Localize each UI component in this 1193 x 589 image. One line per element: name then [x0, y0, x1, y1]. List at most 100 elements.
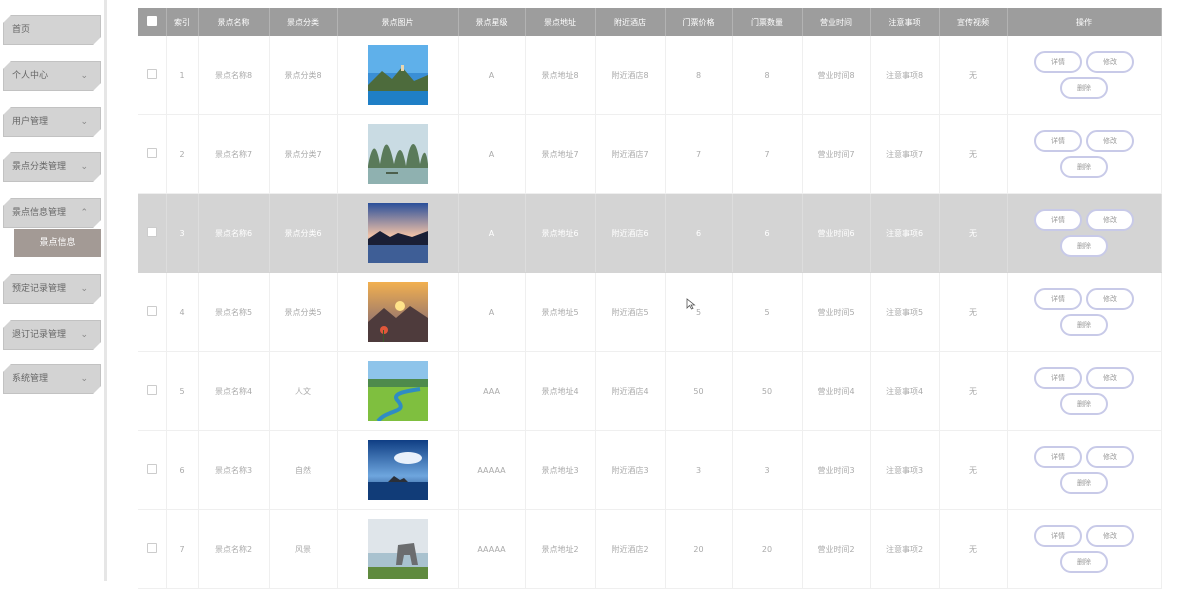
action-buttons: 详情 修改删除	[1028, 128, 1140, 180]
delete-button[interactable]: 删除	[1060, 314, 1108, 336]
delete-button[interactable]: 删除	[1060, 156, 1108, 178]
index-cell: 4	[166, 272, 199, 352]
price-cell: 8	[665, 36, 733, 115]
delete-button[interactable]: 删除	[1060, 472, 1108, 494]
quantity-cell: 7	[732, 114, 803, 194]
hours-cell: 营业时间8	[802, 36, 871, 115]
address-cell: 景点地址3	[525, 430, 596, 510]
row-checkbox[interactable]	[146, 227, 157, 237]
menu-system-management[interactable]: 系统管理 ⌄	[3, 364, 101, 394]
coastal-arch-photo	[368, 519, 428, 579]
notes-cell: 注意事项8	[870, 36, 940, 115]
edit-button[interactable]: 修改	[1086, 288, 1134, 310]
action-buttons: 详情 修改删除	[1028, 523, 1140, 575]
table-row[interactable]: 5 景点名称4 人文 AAA 景点地址4 附近酒店4 50 50 营业时间4 注意事项4 无详情 修改…	[138, 351, 1162, 431]
table-row[interactable]: 6 景点名称3 自然 AAAAA 景点地址3 附近酒店3 3 3 营业时间3 注意事项3 无详情 修改…	[138, 430, 1162, 510]
row-checkbox[interactable]	[146, 69, 157, 79]
row-select-cell[interactable]	[138, 430, 167, 510]
edit-button[interactable]: 修改	[1086, 51, 1134, 73]
select-all-checkbox[interactable]	[146, 16, 157, 26]
row-select-cell[interactable]	[138, 114, 167, 194]
row-checkbox[interactable]	[146, 385, 157, 395]
menu-label: 退订记录管理	[12, 330, 67, 340]
column-header: 景点星级	[458, 8, 526, 36]
delete-button[interactable]: 删除	[1060, 235, 1108, 257]
table-row[interactable]: 2 景点名称7 景点分类7 A 景点地址7 附近酒店7 7 7 营业时间7 注意事项7 无详情 修改删…	[138, 114, 1162, 194]
row-select-cell[interactable]	[138, 193, 167, 273]
karst-mountains-photo	[368, 124, 428, 184]
stars-cell: A	[458, 193, 526, 273]
delete-button[interactable]: 删除	[1060, 77, 1108, 99]
actions-cell: 详情 修改删除	[1007, 36, 1162, 115]
detail-button[interactable]: 详情	[1034, 51, 1082, 73]
row-checkbox[interactable]	[146, 148, 157, 158]
column-header: 操作	[1007, 8, 1162, 36]
actions-cell: 详情 修改删除	[1007, 193, 1162, 273]
hours-cell: 营业时间7	[802, 114, 871, 194]
detail-button[interactable]: 详情	[1034, 367, 1082, 389]
delete-button[interactable]: 删除	[1060, 393, 1108, 415]
table-row[interactable]: 1 景点名称8 景点分类8 A 景点地址8 附近酒店8 8 8 营业时间8 注意事项8 无详情 修改删…	[138, 36, 1162, 115]
video-cell: 无	[939, 193, 1008, 273]
detail-button[interactable]: 详情	[1034, 288, 1082, 310]
detail-button[interactable]: 详情	[1034, 446, 1082, 468]
edit-button[interactable]: 修改	[1086, 446, 1134, 468]
name-cell: 景点名称7	[198, 114, 270, 194]
row-select-cell[interactable]	[138, 351, 167, 431]
row-checkbox[interactable]	[146, 306, 157, 316]
image-cell	[337, 114, 459, 194]
price-cell: 6	[665, 193, 733, 273]
select-all-cell[interactable]	[138, 8, 167, 36]
category-cell: 景点分类5	[269, 272, 338, 352]
video-cell: 无	[939, 272, 1008, 352]
row-select-cell[interactable]	[138, 36, 167, 115]
hotel-cell: 附近酒店5	[595, 272, 666, 352]
detail-button[interactable]: 详情	[1034, 209, 1082, 231]
menu-label: 景点分类管理	[12, 162, 67, 172]
column-header: 门票价格	[665, 8, 733, 36]
detail-button[interactable]: 详情	[1034, 130, 1082, 152]
detail-button[interactable]: 详情	[1034, 525, 1082, 547]
menu-category-management[interactable]: 景点分类管理 ⌄	[3, 152, 101, 182]
row-select-cell[interactable]	[138, 272, 167, 352]
price-cell: 3	[665, 430, 733, 510]
stars-cell: AAAAA	[458, 430, 526, 510]
row-checkbox[interactable]	[146, 543, 157, 553]
actions-cell: 详情 修改删除	[1007, 114, 1162, 194]
action-buttons: 详情 修改删除	[1028, 207, 1140, 259]
quantity-cell: 5	[732, 272, 803, 352]
menu-scenic-info-management[interactable]: 景点信息管理 ⌃	[3, 198, 101, 228]
edit-button[interactable]: 修改	[1086, 367, 1134, 389]
address-cell: 景点地址7	[525, 114, 596, 194]
menu-user-management[interactable]: 用户管理 ⌄	[3, 107, 101, 137]
category-cell: 人文	[269, 351, 338, 431]
edit-button[interactable]: 修改	[1086, 525, 1134, 547]
table-row[interactable]: 4 景点名称5 景点分类5 A 景点地址5 附近酒店5 5 5 营业时间5 注意事项5 无详情 修改删…	[138, 272, 1162, 352]
menu-booking-records[interactable]: 预定记录管理 ⌄	[3, 274, 101, 304]
edit-button[interactable]: 修改	[1086, 130, 1134, 152]
action-buttons: 详情 修改删除	[1028, 49, 1140, 101]
grassland-river-photo	[368, 361, 428, 421]
hours-cell: 营业时间2	[802, 509, 871, 589]
submenu-scenic-info[interactable]: 景点信息	[14, 229, 101, 257]
price-cell: 5	[665, 272, 733, 352]
category-cell: 景点分类8	[269, 36, 338, 115]
category-cell: 景点分类7	[269, 114, 338, 194]
table-row[interactable]: 7 景点名称2 风景 AAAAA 景点地址2 附近酒店2 20 20 营业时间2 注意事项2 无详情…	[138, 509, 1162, 589]
stars-cell: AAAAA	[458, 509, 526, 589]
index-cell: 7	[166, 509, 199, 589]
column-header: 景点分类	[269, 8, 338, 36]
video-cell: 无	[939, 351, 1008, 431]
menu-label: 首页	[12, 25, 31, 35]
table-row[interactable]: 3 景点名称6 景点分类6 A 景点地址6 附近酒店6 6 6 营业时间6 注意事项6 无详情 修改删…	[138, 193, 1162, 273]
row-select-cell[interactable]	[138, 509, 167, 589]
menu-personal-center[interactable]: 个人中心 ⌄	[3, 61, 101, 91]
row-checkbox[interactable]	[146, 464, 157, 474]
edit-button[interactable]: 修改	[1086, 209, 1134, 231]
menu-home[interactable]: 首页	[3, 15, 101, 45]
menu-cancel-records[interactable]: 退订记录管理 ⌄	[3, 320, 101, 350]
name-cell: 景点名称6	[198, 193, 270, 273]
chevron-down-icon: ⌄	[80, 374, 88, 384]
menu-label: 个人中心	[12, 71, 49, 81]
delete-button[interactable]: 删除	[1060, 551, 1108, 573]
